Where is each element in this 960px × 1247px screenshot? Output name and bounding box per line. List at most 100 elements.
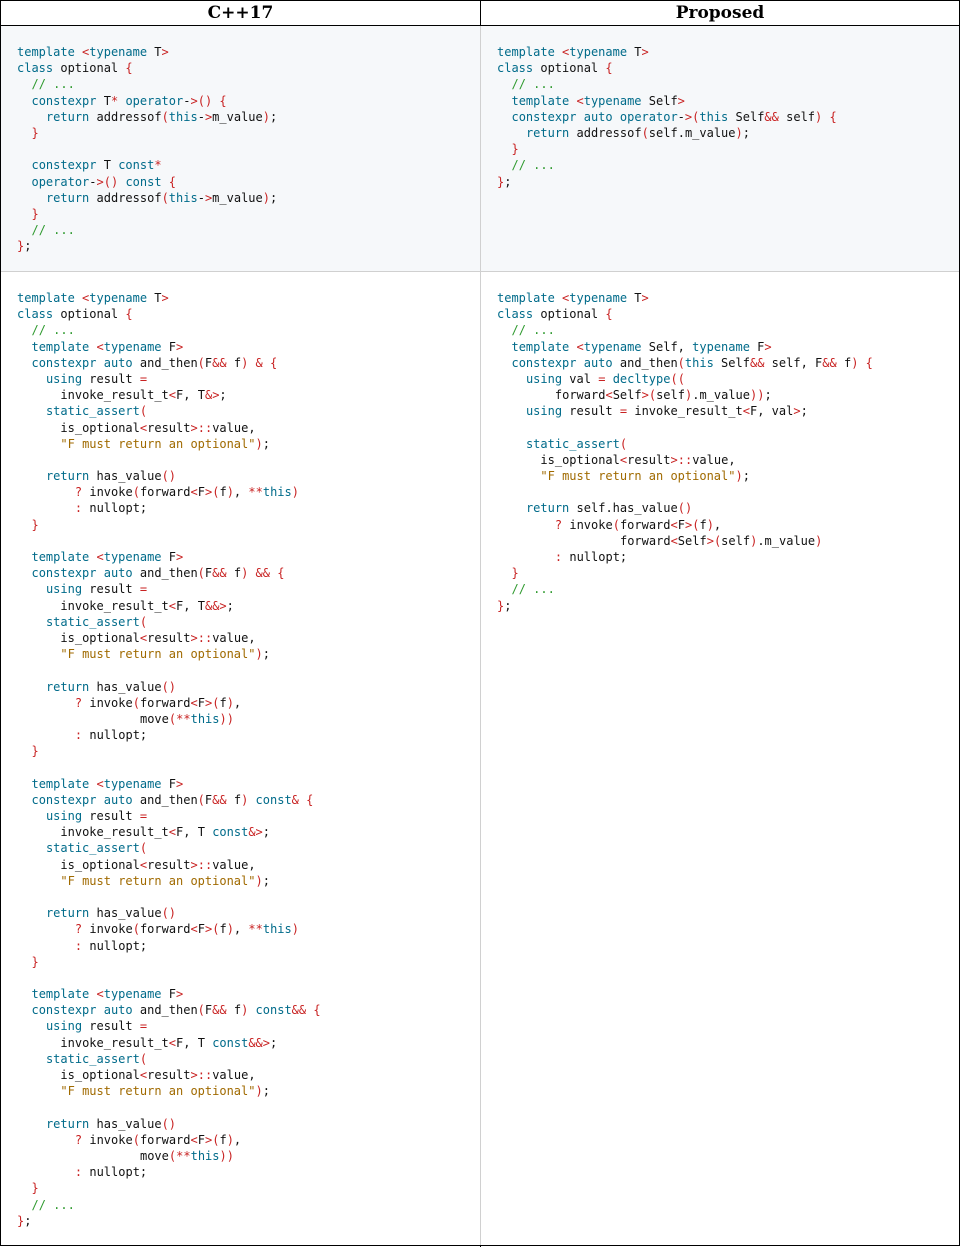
code-line: class optional { (17, 61, 133, 76)
code-line: }; (17, 239, 32, 254)
code-line: template <typename T> (497, 291, 649, 305)
code-line: return has_value() (45, 679, 177, 694)
code-line: return has_value() (45, 469, 177, 484)
code-line: } (31, 517, 39, 532)
code-line: "F must return an optional"); (60, 873, 270, 888)
code-line: return addressof(this->m_value); (45, 190, 278, 205)
code-line: invoke_result_t<F, T&>; (60, 388, 227, 403)
code-line: }; (497, 598, 512, 613)
code-line: }; (17, 1213, 32, 1228)
code-line: constexpr auto and_then(F&& f) && { (31, 566, 285, 581)
code-line: // ... (511, 77, 555, 92)
code-line: constexpr T* operator->() { (31, 93, 227, 108)
code-line: using result = (45, 371, 148, 386)
code-line: }; (497, 174, 512, 189)
code-line: forward<Self>(self).m_value)); (554, 388, 772, 403)
code-line: : nullopt; (554, 550, 628, 564)
code-line: class optional { (497, 61, 613, 76)
code-line: constexpr auto and_then(F&& f) const& { (31, 792, 314, 807)
code-line: using result = (45, 809, 148, 823)
code-block-proposed-operator-arrow: template <typename T> class optional { //… (497, 44, 837, 190)
code-line: constexpr auto and_then(this Self&& self… (511, 355, 873, 370)
code-line: ? invoke(forward<F>(f), (74, 695, 242, 710)
code-line: is_optional<result>::value, (60, 1068, 256, 1082)
code-line: class optional { (497, 307, 613, 322)
code-block-proposed-and-then: template <typename T> class optional { //… (497, 290, 873, 614)
code-line: constexpr T const* (31, 158, 162, 173)
code-line: template <typename F> (31, 987, 184, 1002)
code-line: : nullopt; (74, 728, 148, 743)
code-line: class optional { (17, 307, 133, 322)
code-line: template <typename T> (497, 45, 649, 59)
code-line: template <typename F> (31, 776, 184, 791)
code-line: template <typename T> (17, 45, 169, 59)
code-line: return addressof(this->m_value); (45, 109, 278, 124)
code-line: static_assert( (525, 436, 628, 451)
code-line: template <typename F> (31, 550, 184, 564)
code-line: // ... (511, 158, 555, 173)
code-line: using result = invoke_result_t<F, val>; (525, 404, 808, 419)
code-line: } (31, 206, 39, 221)
code-line: using result = (45, 582, 148, 597)
code-line: constexpr auto operator->(this Self&& se… (511, 109, 837, 124)
code-line: is_optional<result>::value, (60, 630, 256, 645)
code-line: } (31, 125, 39, 140)
column-divider (480, 26, 481, 1245)
code-line: } (31, 744, 39, 759)
code-line: } (511, 142, 519, 157)
code-line: static_assert( (45, 614, 148, 629)
code-line: template <typename Self, typename F> (511, 339, 772, 354)
code-line: ? invoke(forward<F>(f), (554, 517, 722, 532)
code-line: // ... (31, 223, 75, 238)
code-line: operator->() const { (31, 174, 177, 189)
code-line: : nullopt; (74, 501, 148, 516)
code-line: template <typename Self> (511, 93, 685, 108)
column-header-cpp17: C++17 (207, 3, 274, 23)
code-line: static_assert( (45, 1051, 148, 1066)
code-line: return self.has_value() (525, 501, 693, 516)
code-line: return addressof(self.m_value); (525, 125, 750, 140)
code-line: // ... (511, 323, 555, 338)
column-header-proposed: Proposed (675, 3, 765, 23)
code-line: using val = decltype(( (525, 371, 685, 386)
code-line: template <typename F> (31, 339, 184, 354)
code-line: : nullopt; (74, 1165, 148, 1180)
code-line: } (511, 566, 519, 581)
code-line: move(**this)) (139, 711, 234, 726)
code-line: is_optional<result>::value, (540, 452, 736, 467)
code-line: forward<Self>(self).m_value) (619, 533, 823, 548)
code-line: template <typename T> (17, 291, 169, 305)
code-line: // ... (31, 1197, 75, 1212)
code-line: invoke_result_t<F, T const&>; (60, 825, 271, 840)
code-line: "F must return an optional"); (540, 469, 750, 484)
code-line: ? invoke(forward<F>(f), (74, 1132, 242, 1147)
code-line: "F must return an optional"); (60, 647, 270, 662)
code-line: ? invoke(forward<F>(f), **this) (74, 922, 299, 937)
code-line: ? invoke(forward<F>(f), **this) (74, 485, 299, 500)
code-line: is_optional<result>::value, (60, 420, 256, 435)
code-line: // ... (31, 77, 75, 92)
code-line: "F must return an optional"); (60, 436, 270, 451)
code-line: return has_value() (45, 906, 177, 921)
comparison-table: C++17 Proposed template <typename T> clas… (0, 0, 960, 1247)
code-line: using result = (45, 1019, 148, 1034)
code-line: constexpr auto and_then(F&& f) const&& { (31, 1003, 321, 1018)
code-line: "F must return an optional"); (60, 1084, 270, 1099)
code-line: move(**this)) (139, 1148, 234, 1163)
code-line: constexpr auto and_then(F&& f) & { (31, 355, 278, 370)
code-block-cpp17-operator-arrow: template <typename T> class optional { //… (17, 44, 277, 254)
code-line: // ... (31, 323, 75, 338)
code-line: static_assert( (45, 404, 148, 419)
code-line: } (31, 954, 39, 969)
code-line: invoke_result_t<F, T const&&>; (60, 1035, 278, 1050)
